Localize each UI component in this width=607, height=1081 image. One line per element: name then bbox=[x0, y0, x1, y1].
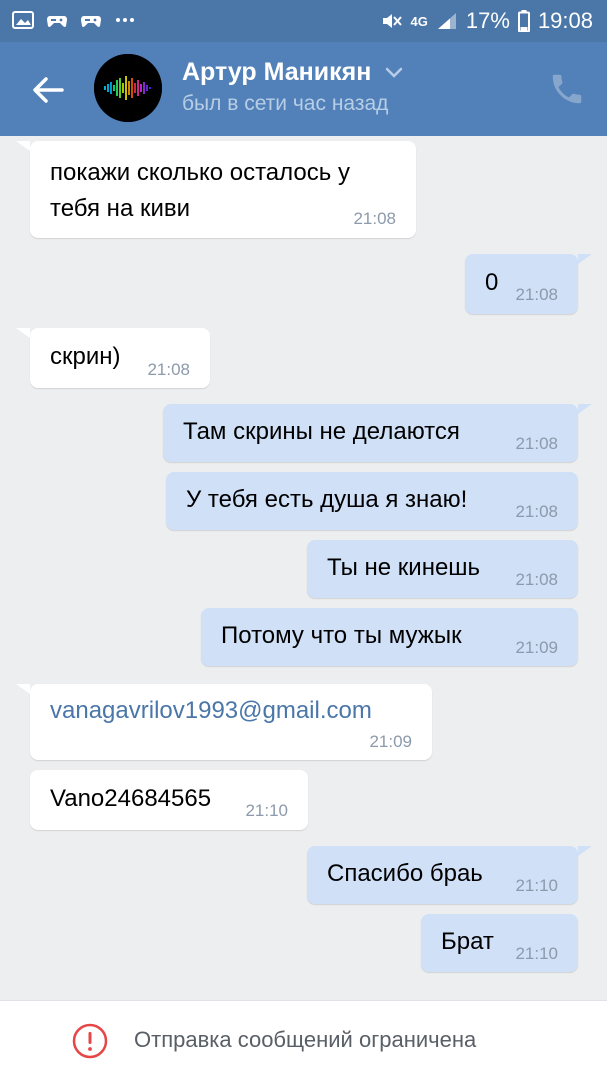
message-text: Потому что ты мужык bbox=[221, 622, 462, 649]
mute-icon bbox=[382, 14, 402, 28]
chat-header: Артур Маникян был в сети час назад bbox=[0, 42, 607, 136]
message-time: 21:08 bbox=[515, 502, 558, 521]
message-time: 21:09 bbox=[369, 732, 412, 751]
message-outgoing[interactable]: Брат 21:10 bbox=[421, 914, 578, 972]
message-time: 21:10 bbox=[515, 944, 558, 963]
message-list[interactable]: покажи сколько осталось у тебя на киви 2… bbox=[0, 136, 607, 1000]
message-text: У тебя есть душа я знаю! bbox=[186, 486, 468, 513]
contact-name[interactable]: Артур Маникян bbox=[182, 58, 371, 87]
bubble-tail bbox=[578, 254, 592, 264]
clock: 19:08 bbox=[537, 8, 593, 33]
message-time: 21:10 bbox=[245, 801, 288, 820]
message-text: Vano24684565 bbox=[50, 785, 212, 812]
bubble-tail bbox=[16, 141, 30, 151]
message-outgoing[interactable]: 0 21:08 bbox=[465, 254, 578, 314]
system-status: 4G 17% 19:08 bbox=[381, 8, 593, 34]
message-outgoing[interactable]: Ты не кинешь 21:08 bbox=[307, 540, 578, 598]
bubble-tail bbox=[16, 684, 30, 694]
message-outgoing[interactable]: Спасибо браь 21:10 bbox=[307, 846, 578, 904]
bubble-tail bbox=[16, 328, 30, 338]
message-text: тебя на киви bbox=[50, 195, 191, 222]
message-restricted-banner: Отправка сообщений ограничена bbox=[0, 1000, 607, 1081]
avatar-image bbox=[94, 54, 162, 122]
message-outgoing[interactable]: У тебя есть душа я знаю! 21:08 bbox=[166, 472, 578, 530]
notification-icons bbox=[12, 10, 136, 30]
message-text: Брат bbox=[441, 928, 494, 955]
message-time: 21:09 bbox=[515, 638, 558, 657]
message-time: 21:08 bbox=[515, 285, 558, 304]
signal-icon bbox=[437, 13, 456, 29]
bubble-tail bbox=[578, 846, 592, 856]
avatar[interactable] bbox=[94, 54, 162, 122]
chevron-down-icon[interactable] bbox=[384, 66, 404, 80]
message-text: скрин) bbox=[50, 343, 121, 370]
message-incoming[interactable]: скрин) 21:08 bbox=[30, 328, 210, 388]
message-time: 21:08 bbox=[515, 570, 558, 589]
message-text: 0 bbox=[485, 269, 499, 296]
message-incoming[interactable]: Vano24684565 21:10 bbox=[30, 770, 308, 830]
status-bar: 4G 17% 19:08 bbox=[0, 0, 607, 42]
message-outgoing[interactable]: Там скрины не делаются 21:08 bbox=[163, 404, 578, 462]
gamepad-icon bbox=[81, 16, 101, 27]
image-icon bbox=[12, 11, 34, 29]
message-time: 21:08 bbox=[353, 209, 396, 228]
restriction-text: Отправка сообщений ограничена bbox=[134, 1027, 477, 1052]
message-text: Ты не кинешь bbox=[327, 554, 481, 581]
message-time: 21:10 bbox=[515, 876, 558, 895]
back-arrow-icon[interactable] bbox=[28, 70, 68, 110]
battery-icon bbox=[517, 10, 530, 32]
message-incoming[interactable]: покажи сколько осталось у тебя на киви 2… bbox=[30, 141, 416, 238]
bubble-tail bbox=[578, 404, 592, 414]
more-dots-icon bbox=[116, 18, 134, 22]
message-time: 21:08 bbox=[515, 434, 558, 453]
message-outgoing[interactable]: Потому что ты мужык 21:09 bbox=[201, 608, 578, 666]
warning-icon bbox=[72, 1023, 108, 1059]
network-type: 4G bbox=[410, 13, 428, 29]
message-text: Спасибо браь bbox=[327, 860, 483, 887]
battery-percent: 17% bbox=[465, 8, 510, 33]
message-text: покажи сколько осталось у bbox=[50, 159, 350, 186]
last-seen-status: был в сети час назад bbox=[182, 92, 389, 115]
gamepad-icon bbox=[47, 16, 67, 27]
phone-icon[interactable] bbox=[548, 70, 586, 108]
message-time: 21:08 bbox=[147, 360, 190, 379]
message-text: Там скрины не делаются bbox=[183, 418, 460, 445]
message-incoming[interactable]: vanagavrilov1993@gmail.com 21:09 bbox=[30, 684, 432, 760]
email-link[interactable]: vanagavrilov1993@gmail.com bbox=[50, 694, 372, 728]
